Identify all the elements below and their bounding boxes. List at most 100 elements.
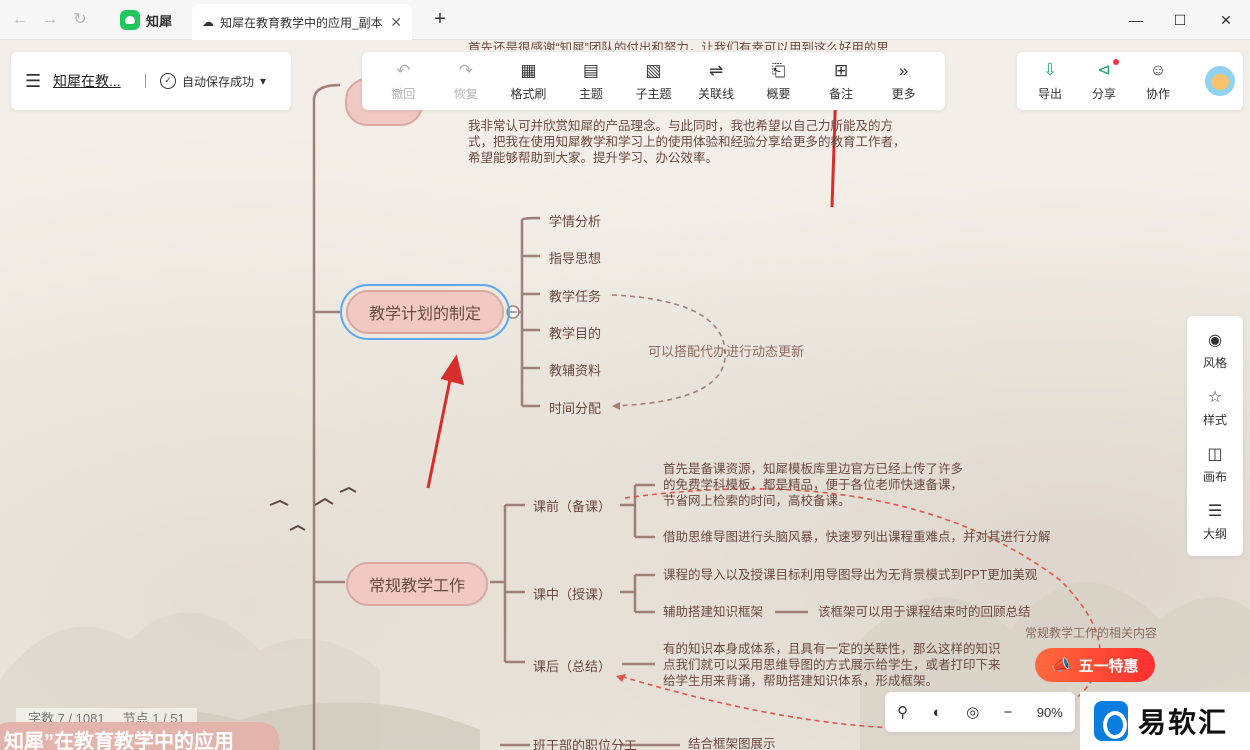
format-brush-icon: ▦ [520, 60, 537, 80]
outline-label: 大纲 [1202, 526, 1227, 541]
topic-routine-teaching[interactable]: 常规教学工作 [346, 562, 488, 606]
note-post-line3: 给学生用来背诵，帮助搭建知识体系，形成框架。 [663, 674, 939, 688]
relation-line-button[interactable]: ⇌ 关联线 [688, 61, 744, 102]
topic-label: 主题 [578, 86, 603, 101]
canvas-icon: ◫ [1207, 445, 1223, 463]
avatar[interactable] [1205, 66, 1235, 96]
topic-icon: ▤ [582, 60, 599, 80]
relation-label-2[interactable]: 常规教学工作的相关内容 [1025, 624, 1157, 641]
maximize-icon[interactable]: ☐ [1170, 10, 1190, 30]
save-status[interactable]: ✓ 自动保存成功 ▾ [160, 73, 266, 90]
style-theme-button[interactable]: ◉ 风格 [1203, 331, 1227, 371]
format-brush-button[interactable]: ▦ 格式刷 [500, 61, 556, 102]
more-label: 更多 [891, 86, 916, 101]
close-tab-icon[interactable]: ✕ [390, 14, 402, 31]
save-status-label: 自动保存成功 [182, 74, 255, 89]
node-style-label: 样式 [1202, 412, 1227, 427]
app-tab[interactable]: 知犀 [112, 6, 188, 34]
notification-dot [1113, 58, 1119, 65]
summary-button[interactable]: ⎗ 概要 [751, 61, 807, 102]
summary-label: 概要 [766, 86, 791, 101]
top-note-line2: 式，把我在使用知犀教学和学习上的使用体验和经验分享给更多的教育工作者， [468, 135, 906, 149]
subtopic-in-class[interactable]: 课中（授课） [533, 584, 611, 603]
redo-button[interactable]: ↷ 恢复 [438, 61, 494, 102]
subtopic-item[interactable]: 教学任务 [549, 286, 601, 305]
export-label: 导出 [1037, 86, 1062, 101]
doc-tab-title: 知犀在教育教学中的应用_副本 [220, 15, 383, 30]
top-note-line3: 希望能够帮助到大家。提升学习、办公效率。 [468, 151, 719, 165]
subtopic-item[interactable]: 指导思想 [549, 248, 601, 267]
undo-label: 撤回 [391, 86, 416, 101]
canvas-label: 画布 [1202, 469, 1227, 484]
note-pre-line1: 首先是备课资源，知犀模板库里边官方已经上传了许多 [663, 462, 964, 476]
collaborate-button[interactable]: ☺ 协作 [1133, 61, 1183, 102]
side-panel: ◉ 风格 ☆ 样式 ◫ 画布 ☰ 大纲 [1187, 316, 1243, 556]
note-pre-2: 借助思维导图进行头脑风暴，快速罗列出课程重难点，并对其进行分解 [663, 530, 1051, 544]
back-icon[interactable]: ← [10, 10, 30, 30]
note-pre-line2: 的免费学科模板，都是精品，便于各位老师快速备课， [663, 478, 964, 492]
check-circle-icon: ✓ [160, 73, 176, 89]
subtopic-button[interactable]: ▧ 子主题 [625, 61, 681, 102]
zoom-out-icon[interactable]: − [1004, 704, 1013, 721]
top-note-line0: 首先还是很感谢“知犀”团队的付出和努力，让我们有幸可以用到这么好用的思 [468, 41, 889, 50]
promo-label: 五一特惠 [1078, 657, 1139, 675]
canvas-button[interactable]: ◫ 画布 [1203, 445, 1227, 485]
mindmap-canvas[interactable]: 首先还是很感谢“知犀”团队的付出和努力，让我们有幸可以用到这么好用的思 我非常认… [0, 40, 1250, 750]
brand-watermark: 易软汇 [1080, 692, 1250, 750]
subtopic-item[interactable]: 教辅资料 [549, 360, 601, 379]
format-brush-label: 格式刷 [510, 86, 547, 101]
app-tab-label: 知犀 [146, 13, 173, 29]
caret-down-icon: ▾ [260, 74, 267, 88]
plus-icon[interactable]: + [428, 8, 452, 31]
reload-icon[interactable]: ↻ [70, 10, 90, 30]
zoom-controls: ⚲ ◐ ◎ − 90% [885, 692, 1075, 732]
menu-icon[interactable]: ☰ [25, 71, 43, 92]
app-logo-icon [120, 10, 140, 30]
note-pre-line3: 节省网上检索的时间，高校备课。 [663, 494, 851, 508]
export-button[interactable]: ⇩ 导出 [1025, 61, 1075, 102]
share-icon: ⊲ [1097, 61, 1111, 79]
subtopic-item[interactable]: 学情分析 [549, 211, 601, 230]
redo-label: 恢复 [453, 86, 478, 101]
share-label: 分享 [1091, 86, 1116, 101]
summary-icon: ⎗ [771, 60, 786, 80]
locate-icon[interactable]: ◎ [966, 703, 979, 721]
subtopic-class-cadre[interactable]: 班干部的职位分工 [533, 735, 637, 750]
search-icon[interactable]: ⚲ [897, 703, 908, 721]
subtopic-after-class[interactable]: 课后（总结） [533, 656, 611, 675]
close-window-icon[interactable]: ✕ [1216, 10, 1236, 30]
promo-badge[interactable]: 📣 五一特惠 [1035, 648, 1155, 682]
redo-icon: ↷ [458, 60, 473, 80]
doc-title[interactable]: 知犀在教... [53, 71, 131, 91]
subtopic-pre-class[interactable]: 课前（备课） [533, 496, 611, 515]
palette-icon: ◉ [1208, 331, 1222, 349]
relation-label-1[interactable]: 可以搭配代办进行动态更新 [648, 341, 804, 360]
cloud-icon: ☁ [202, 15, 214, 29]
export-icon: ⇩ [1043, 61, 1057, 79]
more-icon: » [898, 60, 909, 80]
topic-button[interactable]: ▤ 主题 [563, 61, 619, 102]
theme-toggle-icon[interactable]: ◐ [933, 704, 942, 721]
style-theme-label: 风格 [1202, 355, 1227, 370]
undo-button[interactable]: ↶ 撤回 [375, 61, 431, 102]
zoom-level: 90% [1036, 704, 1063, 720]
megaphone-icon: 📣 [1051, 657, 1071, 674]
note-mid-1: 课程的导入以及授课目标利用导图导出为无背景模式到PPT更加美观 [663, 568, 1038, 582]
note-button[interactable]: ⊞ 备注 [813, 61, 869, 102]
subtopic-icon: ▧ [645, 60, 662, 80]
subtopic-item[interactable]: 教学目的 [549, 323, 601, 342]
share-button[interactable]: ⊲ 分享 [1079, 58, 1129, 102]
topic-teaching-plan[interactable]: 教学计划的制定 [340, 284, 510, 340]
more-button[interactable]: » 更多 [876, 61, 932, 102]
doc-bar: ☰ 知犀在教... ✓ 自动保存成功 ▾ [11, 52, 291, 110]
root-topic[interactable]: 知犀”在教育教学中的应用 [0, 722, 280, 750]
forward-icon[interactable]: → [40, 10, 60, 30]
top-note-line1: 我非常认可并欣赏知犀的产品理念。与此同时，我也希望以自己力所能及的方 [468, 119, 894, 133]
outline-button[interactable]: ☰ 大纲 [1203, 502, 1227, 542]
minimize-icon[interactable]: — [1126, 10, 1146, 30]
subtopic-item[interactable]: 时间分配 [549, 398, 601, 417]
edit-toolbar: ↶ 撤回 ↷ 恢复 ▦ 格式刷 ▤ 主题 ▧ 子主题 ⇌ 关联线 ⎗ 概要 ⊞ 备注 » 更多 [362, 52, 945, 110]
browser-chrome: ← → ↻ 知犀 ☁ 知犀在教育教学中的应用_副本 ✕ + — ☐ ✕ [0, 0, 1250, 40]
doc-tab[interactable]: ☁ 知犀在教育教学中的应用_副本 ✕ [192, 4, 412, 40]
node-style-button[interactable]: ☆ 样式 [1203, 388, 1227, 428]
